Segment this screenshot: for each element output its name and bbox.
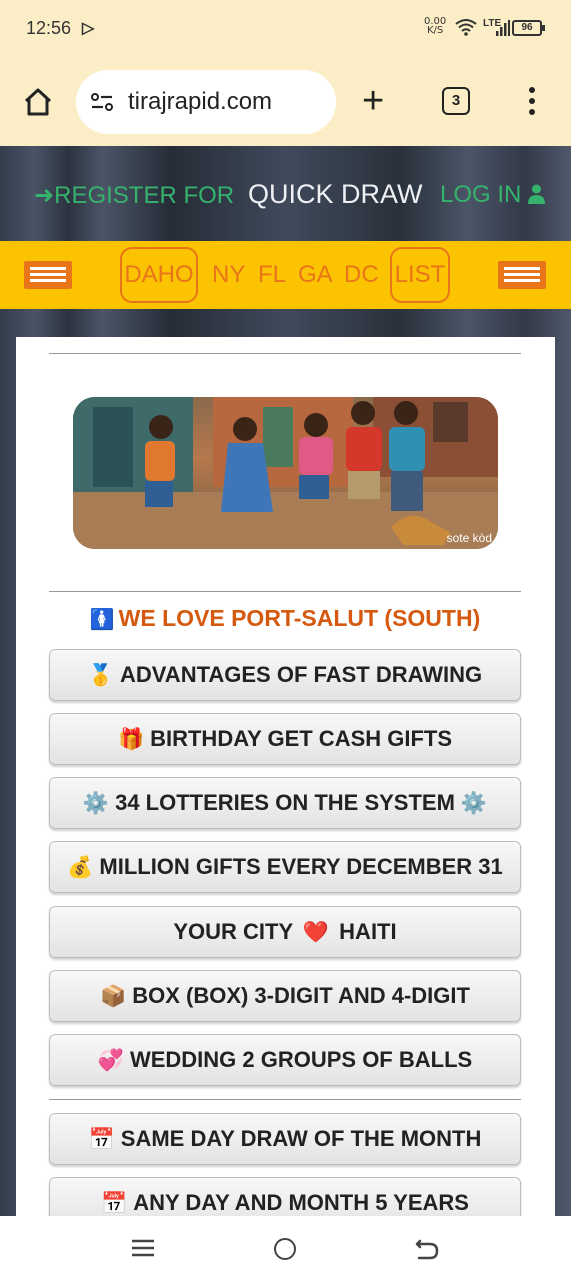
lotteries-button[interactable]: ⚙️ 34 LOTTERIES ON THE SYSTEM ⚙️ xyxy=(49,777,521,829)
advantages-button[interactable]: 🥇 ADVANTAGES OF FAST DRAWING xyxy=(49,649,521,701)
gear-icon: ⚙️ xyxy=(460,791,488,815)
state-nav: DAHO NY FL GA DC LIST xyxy=(0,241,571,309)
nav-ny[interactable]: NY xyxy=(212,261,245,289)
children-playing-illustration xyxy=(73,397,498,549)
status-time: 12:56 xyxy=(26,18,72,38)
million-gifts-button[interactable]: 💰 MILLION GIFTS EVERY DECEMBER 31 xyxy=(49,841,521,893)
money-bag-icon: 💰 xyxy=(67,855,94,879)
person-icon: 🚺 xyxy=(89,609,115,631)
battery-icon: 96 xyxy=(512,20,545,36)
home-button-icon[interactable] xyxy=(274,1238,296,1260)
calendar-icon: 📅 xyxy=(88,1127,115,1151)
new-tab-icon[interactable]: + xyxy=(362,82,384,120)
box-button[interactable]: 📦 BOX (BOX) 3-DIGIT AND 4-DIGIT xyxy=(49,970,521,1022)
site-title: QUICK DRAW xyxy=(248,179,423,209)
register-link[interactable]: ➜REGISTER FOR xyxy=(34,181,234,210)
birthday-gifts-button[interactable]: 🎁 BIRTHDAY GET CASH GIFTS xyxy=(49,713,521,765)
calendar-icon: 📅 xyxy=(101,1191,128,1215)
back-icon[interactable] xyxy=(414,1237,440,1261)
address-bar[interactable]: tirajrapid.com xyxy=(76,70,336,134)
heart-icon: ❤️ xyxy=(302,920,330,944)
wedding-button[interactable]: 💞 WEDDING 2 GROUPS OF BALLS xyxy=(49,1034,521,1086)
recent-apps-icon[interactable] xyxy=(132,1238,154,1258)
nav-list[interactable]: LIST xyxy=(390,247,450,303)
wifi-icon xyxy=(455,19,477,36)
network-speed: 0.00 K/S xyxy=(424,16,447,36)
url-text[interactable]: tirajrapid.com xyxy=(128,88,272,116)
left-menu-icon[interactable] xyxy=(24,261,72,289)
right-menu-icon[interactable] xyxy=(498,261,546,289)
divider xyxy=(49,1099,521,1100)
play-notif-icon: ▷ xyxy=(82,20,95,37)
gift-icon: 🎁 xyxy=(117,727,145,751)
signal-icon xyxy=(496,20,510,36)
divider xyxy=(49,591,521,592)
status-bar: 12:56 ▷ 0.00 K/S LTE 96 xyxy=(0,0,571,58)
divider xyxy=(49,353,521,354)
any-day-button[interactable]: 📅 ANY DAY AND MONTH 5 YEARS xyxy=(49,1177,521,1216)
medal-icon: 🥇 xyxy=(87,663,114,687)
hearts-icon: 💞 xyxy=(97,1048,124,1072)
gear-icon: ⚙️ xyxy=(82,791,110,815)
site-header: ➜REGISTER FOR QUICK DRAW LOG IN xyxy=(0,146,571,241)
home-icon[interactable] xyxy=(22,86,54,118)
banner-caption: sote kòd xyxy=(446,531,492,545)
user-icon xyxy=(528,184,546,204)
web-page: ➜REGISTER FOR QUICK DRAW LOG IN DAHO NY … xyxy=(0,146,571,1216)
system-nav-bar xyxy=(0,1216,571,1280)
content-card: sote kòd 🚺 WE LOVE PORT-SALUT (SOUTH) 🥇 AD… xyxy=(16,337,555,1216)
package-icon: 📦 xyxy=(100,984,127,1008)
nav-dc[interactable]: DC xyxy=(344,261,379,289)
your-city-button[interactable]: YOUR CITY ❤️ HAITI xyxy=(49,906,521,958)
browser-toolbar: tirajrapid.com + 3 xyxy=(0,58,571,146)
site-settings-icon[interactable] xyxy=(90,90,114,114)
nav-daho[interactable]: DAHO xyxy=(120,247,198,303)
tab-count-button[interactable]: 3 xyxy=(442,87,470,115)
love-heading: 🚺 WE LOVE PORT-SALUT (SOUTH) xyxy=(89,605,481,631)
sign-in-arrow-icon: ➜ xyxy=(34,182,55,209)
banner-image: sote kòd xyxy=(73,397,498,549)
nav-fl[interactable]: FL xyxy=(258,261,286,289)
nav-ga[interactable]: GA xyxy=(298,261,333,289)
same-day-button[interactable]: 📅 SAME DAY DRAW OF THE MONTH xyxy=(49,1113,521,1165)
login-link[interactable]: LOG IN xyxy=(440,181,546,209)
more-menu-icon[interactable] xyxy=(524,86,540,116)
